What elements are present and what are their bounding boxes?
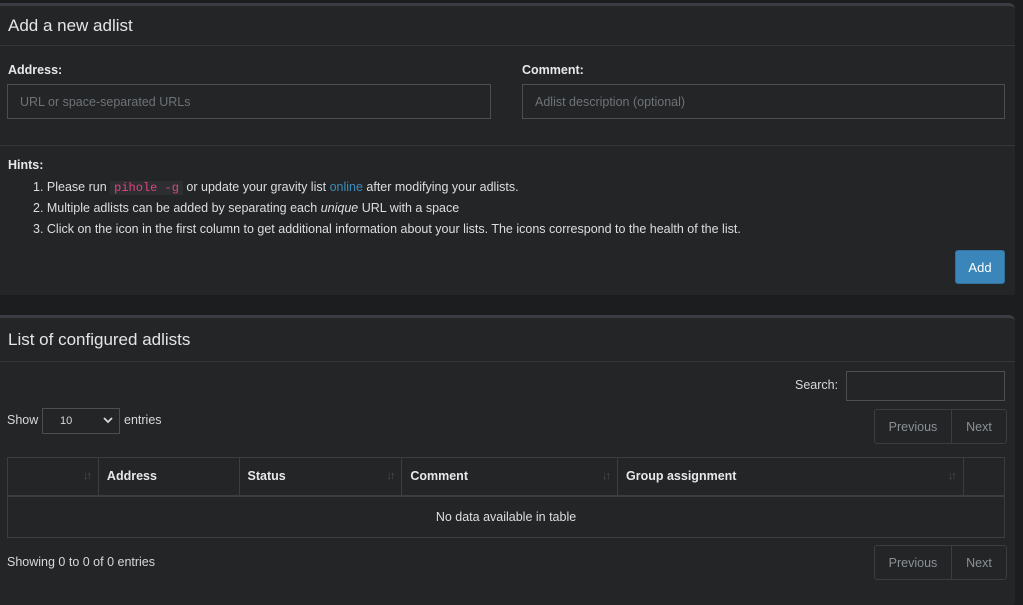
hints-divider bbox=[0, 145, 1015, 146]
column-header-group-assignment[interactable]: Group assignment ↓↑ bbox=[617, 457, 964, 497]
entries-select[interactable]: 10 bbox=[42, 408, 120, 434]
add-adlist-header: Add a new adlist bbox=[0, 6, 1015, 46]
chevron-down-icon bbox=[103, 413, 113, 430]
hints-title: Hints: bbox=[8, 158, 44, 172]
hint1-text-b: or update your gravity list bbox=[182, 180, 330, 194]
address-label: Address: bbox=[8, 63, 63, 77]
column-header-actions bbox=[962, 457, 1006, 497]
column-header-label: Address bbox=[106, 469, 157, 484]
previous-button[interactable]: Previous bbox=[875, 546, 951, 579]
column-header-address[interactable]: Address bbox=[97, 457, 240, 497]
add-button[interactable]: Add bbox=[955, 250, 1005, 284]
column-header-status[interactable]: Status ↓↑ bbox=[238, 457, 403, 497]
search-label: Search: bbox=[795, 378, 839, 392]
hints-list: 1. Please run pihole -g or update your g… bbox=[33, 177, 741, 240]
table-header-row: ↓↑ Address Status ↓↑ Comment ↓↑ Group assi… bbox=[7, 457, 1006, 497]
adlists-table: ↓↑ Address Status ↓↑ Comment ↓↑ Group assi… bbox=[7, 457, 1006, 538]
hint1-text-a: 1. Please run bbox=[33, 180, 111, 194]
hint1-text-c: after modifying your adlists. bbox=[362, 180, 519, 194]
previous-button[interactable]: Previous bbox=[875, 410, 951, 443]
column-header-comment[interactable]: Comment ↓↑ bbox=[401, 457, 619, 497]
search-input[interactable] bbox=[846, 371, 1005, 401]
column-header-label: Group assignment bbox=[626, 469, 737, 484]
sort-icon: ↓↑ bbox=[82, 470, 92, 482]
table-info: Showing 0 to 0 of 0 entries bbox=[7, 555, 156, 569]
hint-item: 3. Click on the icon in the first column… bbox=[33, 222, 741, 236]
online-link[interactable]: online bbox=[330, 180, 363, 194]
hint2-emphasis: unique bbox=[320, 201, 359, 215]
column-header-label: Comment bbox=[410, 469, 468, 484]
show-label: Show bbox=[7, 413, 39, 427]
next-button[interactable]: Next bbox=[951, 546, 1006, 579]
column-header-status-icon[interactable]: ↓↑ bbox=[7, 457, 99, 497]
entries-select-value: 10 bbox=[60, 415, 73, 427]
table-row: No data available in table bbox=[7, 495, 1005, 538]
pagination-bottom: Previous Next bbox=[874, 545, 1007, 580]
sort-icon: ↓↑ bbox=[602, 470, 611, 482]
add-adlist-panel: Add a new adlist bbox=[0, 3, 1015, 295]
entries-label: entries bbox=[124, 413, 162, 427]
sort-icon: ↓↑ bbox=[947, 470, 957, 482]
empty-table-message: No data available in table bbox=[7, 495, 1005, 538]
address-input[interactable] bbox=[7, 84, 491, 119]
adlists-title: List of configured adlists bbox=[8, 329, 191, 349]
pagination-top: Previous Next bbox=[874, 409, 1007, 444]
comment-label: Comment: bbox=[522, 63, 584, 77]
hint-item: 2. Multiple adlists can be added by sepa… bbox=[33, 198, 741, 219]
pihole-command-code: pihole -g bbox=[110, 181, 183, 195]
hint2-text-a: 2. Multiple adlists can be added by sepa… bbox=[33, 201, 321, 215]
comment-input[interactable] bbox=[522, 84, 1005, 119]
sort-icon: ↓↑ bbox=[386, 470, 395, 482]
column-header-label: Status bbox=[247, 469, 286, 484]
hint-item: 1. Please run pihole -g or update your g… bbox=[33, 177, 741, 198]
hint2-text-b: URL with a space bbox=[358, 201, 460, 215]
adlists-header: List of configured adlists bbox=[0, 318, 1015, 362]
next-button[interactable]: Next bbox=[951, 410, 1006, 443]
add-adlist-title: Add a new adlist bbox=[8, 15, 133, 35]
